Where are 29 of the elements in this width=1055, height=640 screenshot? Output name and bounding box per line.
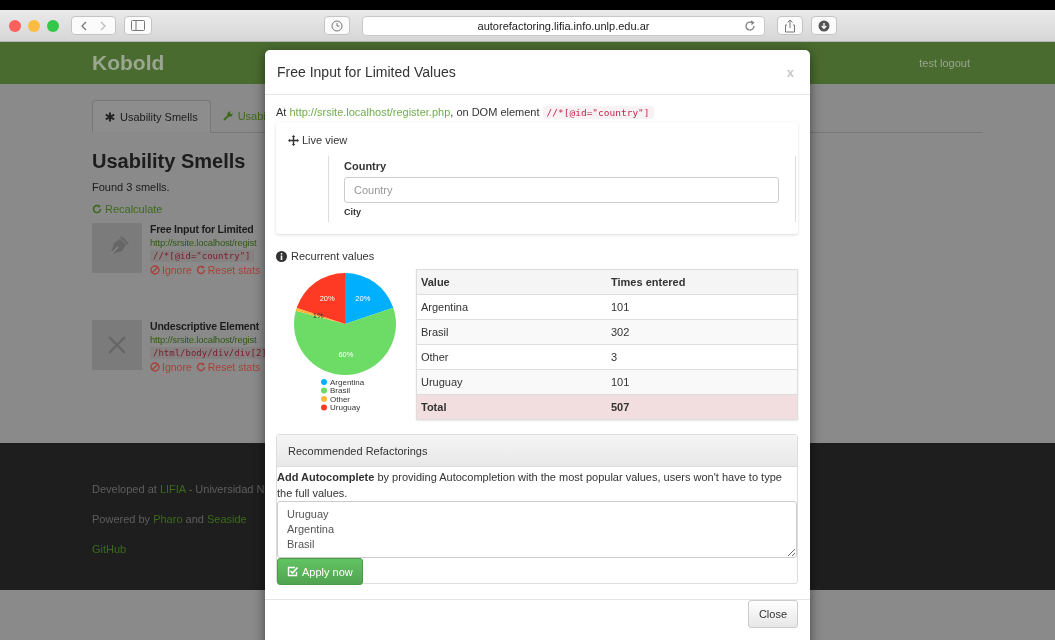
legend-label: Other — [330, 394, 351, 404]
total-cell: 507 — [607, 394, 798, 420]
table-cell: 101 — [607, 369, 798, 395]
field-label: City — [344, 207, 362, 217]
legend-label: Argentina — [330, 377, 365, 387]
legend-item: Other — [321, 394, 350, 404]
table-cell: 302 — [607, 319, 798, 345]
field-label: Country — [344, 160, 388, 172]
legend-label: Brasil — [330, 386, 351, 396]
xpath-code: //*[@id="country"] — [542, 106, 654, 119]
legend-label: Uruguay — [330, 403, 361, 413]
table-cell: Uruguay — [416, 369, 607, 395]
column-header: Value — [416, 269, 607, 295]
panel-title: Recommended Refactorings — [277, 435, 797, 467]
legend-item: Argentina — [321, 377, 365, 387]
url-text: autorefactoring.lifia.info.unlp.edu.ar — [477, 19, 650, 32]
modal-title: Free Input for Limited Values — [277, 64, 456, 80]
location-text: At http://srsite.localhost/register.php, on DOM element //*[@id="country"] — [276, 106, 798, 118]
live-view-title: Live view — [302, 134, 348, 146]
column-header: Times entered — [607, 269, 798, 295]
page-heading: Usability Smells — [92, 150, 246, 173]
legend-item: Uruguay — [321, 403, 361, 413]
smell-count-text: Found 3 smells. — [92, 181, 170, 193]
section-title: Recurrent values — [291, 250, 375, 262]
legend-item: Brasil — [321, 386, 350, 396]
total-cell: Total — [416, 394, 607, 420]
xpath-code: //*[@id="country"] — [150, 250, 254, 262]
table-cell: Brasil — [416, 319, 607, 345]
refactoring-description: Add Autocomplete by providing Autocompletion with the most popular values, users won't have to type the full values. — [277, 470, 783, 501]
